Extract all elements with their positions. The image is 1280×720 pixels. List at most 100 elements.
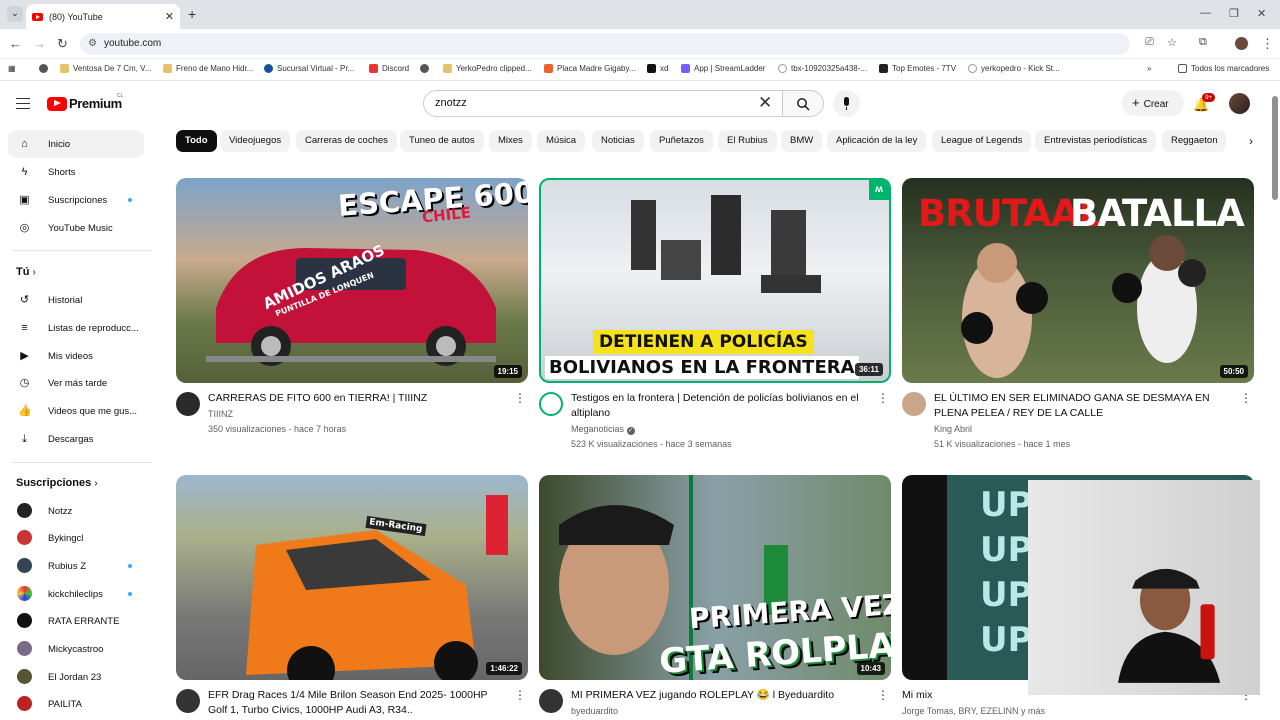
video-thumbnail[interactable]: PRIMERA VEZ GTA ROLPLAY 10:43: [539, 475, 891, 680]
chip[interactable]: Noticias: [592, 130, 644, 152]
site-info-icon[interactable]: ⚙: [88, 33, 97, 55]
more-options-icon[interactable]: ⋮: [1240, 391, 1252, 405]
video-thumbnail[interactable]: ESCAPE 600 CHILE AMIDOS ARAOS PUNTILLA D…: [176, 178, 528, 383]
subscription-item[interactable]: PAILITA: [8, 690, 144, 718]
chip[interactable]: Aplicación de la ley: [827, 130, 927, 152]
page-scrollbar[interactable]: [1272, 96, 1278, 200]
apps-icon[interactable]: ▦: [8, 64, 16, 73]
bookmark-item[interactable]: Placa Madre Gigaby...: [544, 64, 636, 73]
back-icon[interactable]: ←: [9, 36, 22, 51]
youtube-premium-logo[interactable]: Premium CL: [47, 93, 123, 111]
subscription-item[interactable]: El Jordan 23: [8, 663, 144, 691]
omnibox[interactable]: ⚙ youtube.com: [80, 33, 1130, 55]
sidebar-item-watch-later[interactable]: ◷ Ver más tarde: [8, 369, 144, 397]
bookmark-item[interactable]: xd: [647, 64, 668, 73]
channel-name[interactable]: Meganoticias ✓: [571, 424, 635, 435]
tab-search-icon[interactable]: ⌄: [7, 6, 23, 22]
video-title[interactable]: EFR Drag Races 1/4 Mile Brilon Season En…: [208, 688, 508, 718]
sidebar-item-shorts[interactable]: ϟ Shorts: [8, 158, 144, 186]
tab-close-icon[interactable]: ✕: [165, 10, 174, 23]
channel-avatar[interactable]: [539, 392, 563, 416]
search-button[interactable]: [782, 90, 824, 117]
chip[interactable]: Carreras de coches: [296, 130, 397, 152]
chip[interactable]: Puñetazos: [650, 130, 713, 152]
channel-avatar[interactable]: [902, 392, 926, 416]
browser-tab[interactable]: (80) YouTube ✕: [26, 4, 180, 29]
restore-icon[interactable]: ❐: [1229, 7, 1239, 20]
bookmark-item[interactable]: tbx-10920325a438-...: [778, 64, 867, 73]
video-card[interactable]: ʍ DETIENEN A POLICÍAS BOLIVIANOS EN LA F…: [539, 178, 891, 449]
clear-search-icon[interactable]: ✕: [758, 91, 772, 115]
bookmark-item[interactable]: Discord: [369, 64, 409, 73]
chip[interactable]: Mixes: [489, 130, 532, 152]
you-section-title[interactable]: Tú ›: [16, 266, 36, 278]
globe-icon[interactable]: [39, 64, 52, 73]
video-title[interactable]: MI PRIMERA VEZ jugando ROLEPLAY 😂 l Byed…: [571, 688, 871, 703]
chip[interactable]: Videojuegos: [220, 130, 291, 152]
subscriptions-section-title[interactable]: Suscripciones ›: [16, 477, 98, 489]
chip[interactable]: Música: [537, 130, 586, 152]
voice-search-icon[interactable]: [833, 90, 860, 117]
extensions-icon[interactable]: ⧉: [1199, 36, 1207, 49]
video-title[interactable]: EL ÚLTIMO EN SER ELIMINADO GANA SE DESMA…: [934, 391, 1234, 421]
browser-menu-icon[interactable]: ⋮: [1261, 36, 1274, 52]
bookmark-item[interactable]: Freno de Mano Hidr...: [163, 64, 253, 73]
video-card[interactable]: PRIMERA VEZ GTA ROLPLAY 10:43 MI PRIMERA…: [539, 475, 891, 716]
channel-name[interactable]: King Abril: [934, 424, 972, 434]
video-thumbnail[interactable]: BRUTAAL BATALLA 50:50: [902, 178, 1254, 383]
video-title[interactable]: Testigos en la frontera | Detención de p…: [571, 391, 871, 421]
channel-name[interactable]: byeduardito: [571, 706, 618, 716]
bookmark-item[interactable]: yerkopedro - Kick St...: [968, 64, 1060, 73]
channel-avatar[interactable]: [176, 392, 200, 416]
chip[interactable]: BMW: [781, 130, 823, 152]
sidebar-item-subscriptions[interactable]: ▣ Suscripciones: [8, 186, 144, 214]
sidebar-item-home[interactable]: ⌂ Inicio: [8, 130, 144, 158]
chip[interactable]: League of Legends: [932, 130, 1032, 152]
sidebar-item-downloads[interactable]: ⤓ Descargas: [8, 425, 144, 453]
sidebar-item-playlists[interactable]: ≡ Listas de reproducc...: [8, 314, 144, 342]
channel-avatar[interactable]: [539, 689, 563, 713]
minimize-icon[interactable]: —: [1200, 7, 1211, 19]
video-card[interactable]: ESCAPE 600 CHILE AMIDOS ARAOS PUNTILLA D…: [176, 178, 528, 434]
forward-icon[interactable]: →: [33, 36, 46, 51]
chip[interactable]: Reggaeton: [1162, 130, 1227, 152]
cast-icon[interactable]: ⎚: [1145, 36, 1154, 49]
subscription-item[interactable]: Mickycastroo: [8, 635, 144, 663]
chip[interactable]: Entrevistas periodísticas: [1035, 130, 1156, 152]
video-card[interactable]: BRUTAAL BATALLA 50:50 EL ÚLTIMO EN SER E…: [902, 178, 1254, 449]
chip-all[interactable]: Todo: [176, 130, 217, 152]
more-options-icon[interactable]: ⋮: [877, 688, 889, 702]
video-thumbnail[interactable]: Em-Racing 1:46:22: [176, 475, 528, 680]
more-bookmarks-icon[interactable]: »: [1147, 64, 1151, 73]
bookmark-item[interactable]: Top Emotes - 7TV: [879, 64, 956, 73]
video-title[interactable]: CARRERAS DE FITO 600 en TIERRA! | TIIINZ: [208, 391, 508, 406]
sidebar-item-liked-videos[interactable]: 👍 Videos que me gus...: [8, 397, 144, 425]
bookmark-item[interactable]: App | StreamLadder: [681, 64, 765, 73]
close-window-icon[interactable]: ✕: [1257, 7, 1266, 20]
reload-icon[interactable]: ↻: [57, 36, 68, 52]
channel-name[interactable]: Jorge Tomas, BRY, EZELINN y más: [902, 706, 1045, 716]
all-bookmarks-folder[interactable]: Todos los marcadores: [1178, 64, 1269, 73]
video-thumbnail[interactable]: ʍ DETIENEN A POLICÍAS BOLIVIANOS EN LA F…: [539, 178, 891, 383]
globe-icon[interactable]: [420, 64, 433, 73]
create-button[interactable]: + Crear: [1122, 90, 1184, 116]
subscription-item[interactable]: RATA ERRANTE: [8, 607, 144, 635]
more-options-icon[interactable]: ⋮: [514, 391, 526, 405]
chip[interactable]: El Rubius: [718, 130, 777, 152]
menu-icon[interactable]: [16, 98, 30, 109]
bookmark-star-icon[interactable]: ☆: [1167, 36, 1177, 49]
sidebar-item-youtube-music[interactable]: ◎ YouTube Music: [8, 214, 144, 242]
more-options-icon[interactable]: ⋮: [514, 688, 526, 702]
new-tab-icon[interactable]: +: [188, 6, 196, 22]
channel-avatar[interactable]: [176, 689, 200, 713]
bookmark-item[interactable]: YerkoPedro clipped...: [443, 64, 532, 73]
chip[interactable]: Tuneo de autos: [400, 130, 484, 152]
sidebar-item-history[interactable]: ↺ Historial: [8, 286, 144, 314]
subscription-item[interactable]: kickchileclips: [8, 580, 144, 608]
subscription-item[interactable]: Bykingcl: [8, 524, 144, 552]
video-card[interactable]: Em-Racing 1:46:22 EFR Drag Races 1/4 Mil…: [176, 475, 528, 716]
subscription-item[interactable]: Notzz: [8, 497, 144, 525]
account-avatar[interactable]: [1229, 93, 1250, 114]
search-input[interactable]: znotzz: [423, 90, 783, 117]
subscription-item[interactable]: Rubius Z: [8, 552, 144, 580]
